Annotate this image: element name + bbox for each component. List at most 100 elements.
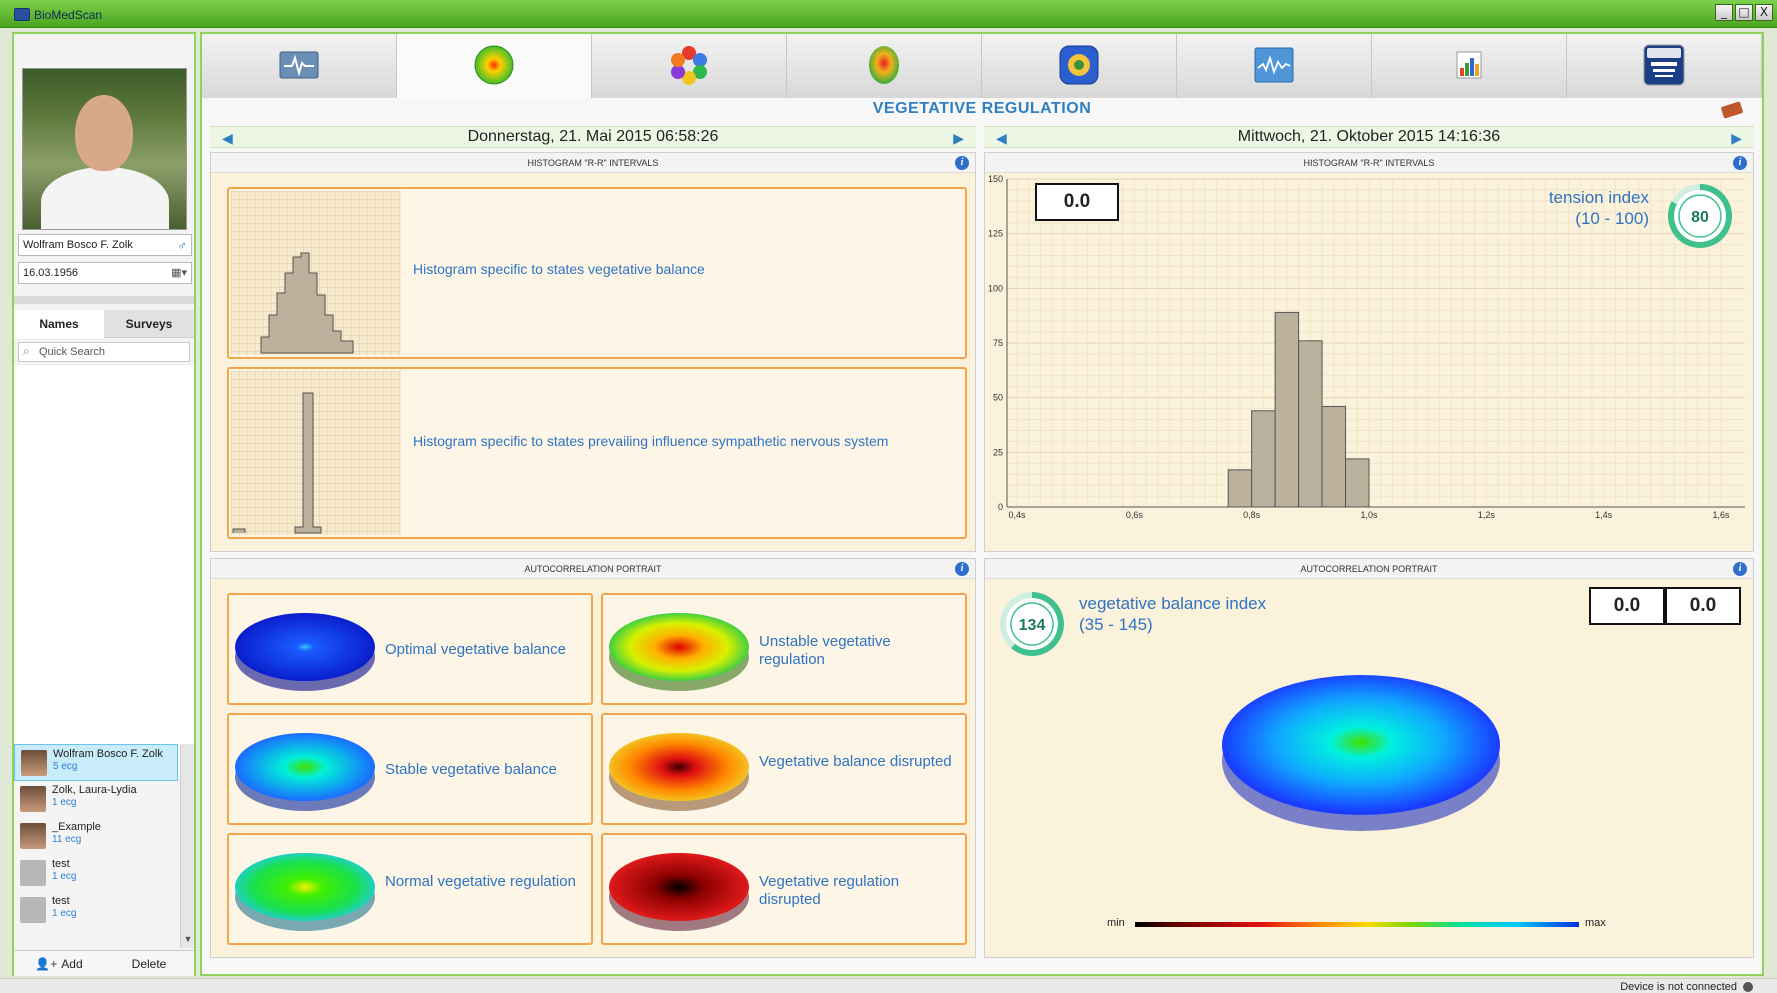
histogram-bar bbox=[1321, 405, 1347, 508]
panel-header: HISTOGRAM "R-R" INTERVALS bbox=[211, 153, 975, 173]
x-tick-label: 1,4s bbox=[1595, 510, 1613, 520]
histogram-card-sympathetic[interactable]: Histogram specific to states prevailing … bbox=[227, 367, 967, 539]
list-item[interactable]: test 1 ecg bbox=[14, 855, 178, 892]
device-status-icon bbox=[1743, 982, 1753, 992]
biomedscan-logo-icon bbox=[1643, 44, 1685, 86]
tab-biomedscan[interactable] bbox=[1567, 34, 1762, 98]
list-item[interactable]: Wolfram Bosco F. Zolk 5 ecg bbox=[14, 744, 178, 781]
info-icon[interactable]: i bbox=[955, 156, 969, 170]
tab-bar-chart[interactable] bbox=[1372, 34, 1567, 98]
prev-arrow-icon[interactable]: ◀ bbox=[222, 128, 233, 148]
tension-index-label: tension index bbox=[1548, 188, 1649, 207]
y-tick-label: 100 bbox=[988, 283, 1003, 293]
tension-index-gauge: 80 bbox=[1668, 184, 1732, 248]
y-tick-label: 50 bbox=[993, 393, 1003, 403]
avatar bbox=[20, 823, 46, 849]
tab-heat-map[interactable] bbox=[787, 34, 982, 98]
tension-index-range: (10 - 100) bbox=[1575, 209, 1649, 228]
panel-header: AUTOCORRELATION PORTRAIT bbox=[211, 559, 975, 579]
tab-molecule[interactable] bbox=[592, 34, 787, 98]
patient-list-count: 5 ecg bbox=[53, 761, 78, 772]
birth-date-field[interactable]: 16.03.1956 ▦▾ bbox=[18, 262, 192, 284]
next-arrow-icon[interactable]: ▶ bbox=[1731, 128, 1742, 148]
badge-icon bbox=[1059, 45, 1099, 85]
panel-header: AUTOCORRELATION PORTRAIT bbox=[985, 559, 1753, 579]
tab-badge[interactable] bbox=[982, 34, 1177, 98]
patient-photo bbox=[22, 68, 187, 230]
avatar bbox=[20, 860, 46, 886]
colorbar-max-label: max bbox=[1585, 917, 1606, 929]
patient-list-name: Zolk, Laura-Lydia bbox=[52, 784, 137, 796]
portrait-card-unstable[interactable]: Unstable vegetative regulation bbox=[601, 593, 967, 705]
portrait-card-label: Normal vegetative regulation bbox=[385, 873, 576, 890]
portrait-card-optimal[interactable]: Optimal vegetative balance bbox=[227, 593, 593, 705]
portrait-value-box-2: 0.0 bbox=[1665, 587, 1741, 625]
patient-list-scrollbar[interactable]: ▼ bbox=[180, 744, 194, 948]
list-item[interactable]: Zolk, Laura-Lydia 1 ecg bbox=[14, 781, 178, 818]
module-toolbar bbox=[202, 34, 1762, 98]
status-bar: Device is not connected bbox=[0, 978, 1777, 993]
add-label: Add bbox=[61, 957, 83, 971]
male-gender-icon[interactable]: ♂ bbox=[177, 238, 187, 253]
window-controls: _ □ X bbox=[1715, 4, 1773, 21]
tab-names[interactable]: Names bbox=[14, 310, 104, 338]
info-icon[interactable]: i bbox=[955, 562, 969, 576]
portrait-value-box-1: 0.0 bbox=[1589, 587, 1665, 625]
tab-vegetative-regulation[interactable] bbox=[397, 34, 592, 98]
patient-list-count: 1 ecg bbox=[52, 797, 77, 808]
y-tick-label: 25 bbox=[993, 447, 1003, 457]
patient-list-count: 11 ecg bbox=[52, 834, 82, 845]
x-tick-label: 1,6s bbox=[1712, 510, 1730, 520]
vegetative-balance-label: vegetative balance index bbox=[1079, 594, 1267, 613]
patient-name-value: Wolfram Bosco F. Zolk bbox=[23, 239, 133, 251]
search-icon: ⌕ bbox=[23, 344, 30, 358]
calendar-dropdown-icon[interactable]: ▦▾ bbox=[171, 266, 187, 279]
waveform-icon bbox=[1254, 47, 1294, 83]
tab-surveys[interactable]: Surveys bbox=[104, 310, 194, 338]
list-item[interactable]: test 1 ecg bbox=[14, 892, 178, 929]
prev-arrow-icon[interactable]: ◀ bbox=[996, 128, 1007, 148]
bar-chart-icon bbox=[1456, 51, 1482, 79]
info-icon[interactable]: i bbox=[1733, 156, 1747, 170]
histogram-card-balance[interactable]: Histogram specific to states vegetative … bbox=[227, 187, 967, 359]
sidebar: Wolfram Bosco F. Zolk ♂ 16.03.1956 ▦▾ Na… bbox=[12, 32, 196, 976]
next-arrow-icon[interactable]: ▶ bbox=[953, 128, 964, 148]
histogram-bar bbox=[1227, 469, 1253, 508]
stable-disc-image bbox=[235, 733, 375, 811]
date-bar-right: ◀ Mittwoch, 21. Oktober 2015 14:16:36 ▶ bbox=[984, 126, 1754, 148]
add-button[interactable]: 👤+ Add bbox=[14, 951, 104, 976]
histogram-bar bbox=[1345, 458, 1370, 508]
close-button[interactable]: X bbox=[1755, 4, 1773, 21]
portrait-card-normal[interactable]: Normal vegetative regulation bbox=[227, 833, 593, 945]
main-area: VEGETATIVE REGULATION ◀ Donnerstag, 21. … bbox=[200, 32, 1764, 976]
date-right-text: Mittwoch, 21. Oktober 2015 14:16:36 bbox=[1237, 128, 1501, 145]
y-tick-label: 125 bbox=[988, 229, 1003, 239]
patient-list-name: Wolfram Bosco F. Zolk bbox=[53, 748, 163, 760]
scroll-down-icon[interactable]: ▼ bbox=[181, 934, 195, 948]
device-status-text: Device is not connected bbox=[1620, 981, 1737, 993]
portrait-card-stable[interactable]: Stable vegetative balance bbox=[227, 713, 593, 825]
x-tick-label: 0,8s bbox=[1243, 510, 1261, 520]
x-tick-label: 1,0s bbox=[1360, 510, 1378, 520]
x-tick-label: 0,6s bbox=[1126, 510, 1144, 520]
autocorrelation-measurement-panel: AUTOCORRELATION PORTRAIT i 134 vegetativ… bbox=[984, 558, 1754, 958]
vegetative-regulation-icon bbox=[474, 45, 514, 85]
color-scale-bar bbox=[1135, 922, 1579, 927]
patient-name-field[interactable]: Wolfram Bosco F. Zolk ♂ bbox=[18, 234, 192, 256]
histogram-thumbnail bbox=[231, 371, 401, 535]
page-title: VEGETATIVE REGULATION bbox=[872, 100, 1092, 117]
delete-button[interactable]: Delete bbox=[104, 951, 194, 976]
portrait-card-disrupted[interactable]: Vegetative balance disrupted bbox=[601, 713, 967, 825]
ecg-monitor-icon bbox=[279, 51, 319, 79]
search-input[interactable]: ⌕ Quick Search bbox=[18, 342, 190, 362]
portrait-card-regulation-disrupted[interactable]: Vegetative regulation disrupted bbox=[601, 833, 967, 945]
list-item[interactable]: _Example 11 ecg bbox=[14, 818, 178, 855]
tab-ecg-monitor[interactable] bbox=[202, 34, 397, 98]
vegetative-balance-range: (35 - 145) bbox=[1079, 615, 1153, 634]
minimize-button[interactable]: _ bbox=[1715, 4, 1733, 21]
tab-waveform[interactable] bbox=[1177, 34, 1372, 98]
vegetative-balance-text: vegetative balance index (35 - 145) bbox=[1079, 593, 1266, 635]
maximize-button[interactable]: □ bbox=[1735, 4, 1753, 21]
info-icon[interactable]: i bbox=[1733, 562, 1747, 576]
patient-list-count: 1 ecg bbox=[52, 871, 77, 882]
